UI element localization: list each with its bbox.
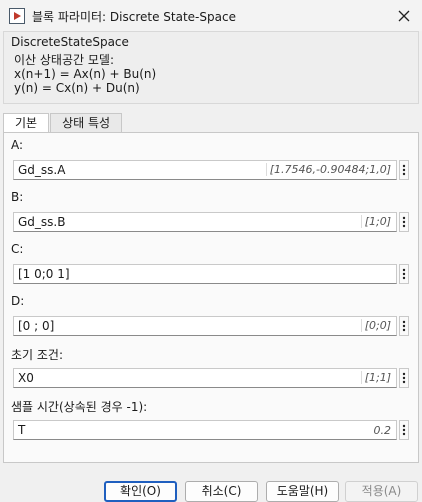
param-label-a: A: xyxy=(11,138,24,152)
description-line: y(n) = Cx(n) + Du(n) xyxy=(14,81,140,95)
ok-button[interactable]: 확인(O) xyxy=(104,481,177,502)
param-input-c[interactable]: [1 0;0 1] xyxy=(13,264,397,284)
simulink-block-icon xyxy=(9,8,25,24)
more-options-icon[interactable] xyxy=(399,264,409,284)
tab-bar: 기본 상태 특성 xyxy=(3,113,123,134)
description-line: x(n+1) = Ax(n) + Bu(n) xyxy=(14,67,157,81)
block-description-panel: DiscreteStateSpace 이산 상태공간 모델: x(n+1) = … xyxy=(3,31,419,104)
param-value: Gd_ss.B xyxy=(18,215,66,229)
param-input-b[interactable]: Gd_ss.B [1;0] xyxy=(13,212,397,232)
param-label-b: B: xyxy=(11,190,24,204)
cancel-button[interactable]: 취소(C) xyxy=(185,481,258,502)
param-evaluated-value: 0.2 xyxy=(373,424,392,437)
param-input-d[interactable]: [0 ; 0] [0;0] xyxy=(13,316,397,336)
more-options-icon[interactable] xyxy=(399,420,409,440)
param-value: X0 xyxy=(18,371,34,385)
param-label-initial-conditions: 초기 조건: xyxy=(11,348,64,362)
close-icon[interactable] xyxy=(394,6,414,26)
param-evaluated-value: [1;1] xyxy=(360,371,391,384)
param-input-initial-conditions[interactable]: X0 [1;1] xyxy=(13,368,397,388)
param-value: [0 ; 0] xyxy=(18,319,55,333)
param-label-d: D: xyxy=(11,294,25,308)
description-line: 이산 상태공간 모델: xyxy=(14,53,114,67)
more-options-icon[interactable] xyxy=(399,160,409,180)
param-evaluated-value: [1.7546,-0.90484;1,0] xyxy=(265,163,391,176)
parameters-panel: A: Gd_ss.A [1.7546,-0.90484;1,0] B: Gd_s… xyxy=(3,132,419,463)
param-label-sample-time: 샘플 시간(상속된 경우 -1): xyxy=(11,400,148,414)
more-options-icon[interactable] xyxy=(399,316,409,336)
window-title: 블록 파라미터: Discrete State-Space xyxy=(32,10,236,24)
param-evaluated-value: [0;0] xyxy=(360,319,391,332)
block-type-title: DiscreteStateSpace xyxy=(11,35,129,49)
param-input-sample-time[interactable]: T 0.2 xyxy=(13,420,397,440)
help-button[interactable]: 도움말(H) xyxy=(266,481,339,502)
param-input-a[interactable]: Gd_ss.A [1.7546,-0.90484;1,0] xyxy=(13,160,397,180)
title-bar: 블록 파라미터: Discrete State-Space xyxy=(0,0,422,31)
tab-main[interactable]: 기본 xyxy=(3,113,50,134)
param-value: Gd_ss.A xyxy=(18,163,66,177)
param-label-c: C: xyxy=(11,242,24,256)
tab-state-attributes[interactable]: 상태 특성 xyxy=(50,113,123,133)
param-evaluated-value: [1;0] xyxy=(360,215,391,228)
param-value: T xyxy=(18,423,26,437)
more-options-icon[interactable] xyxy=(399,212,409,232)
param-value: [1 0;0 1] xyxy=(18,267,70,281)
more-options-icon[interactable] xyxy=(399,368,409,388)
apply-button[interactable]: 적용(A) xyxy=(345,481,418,502)
